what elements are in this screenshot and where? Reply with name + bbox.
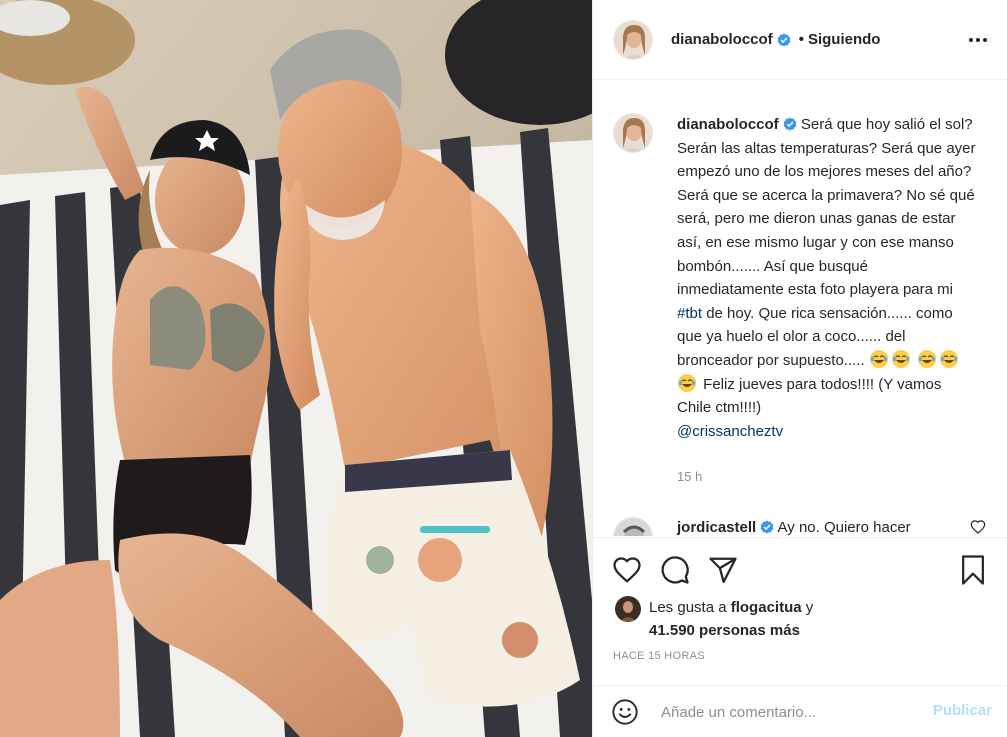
caption-author-avatar[interactable] (613, 113, 653, 153)
verified-badge-icon (783, 117, 797, 131)
author-username[interactable]: dianaboloccof (671, 31, 773, 48)
likes-text: Les gusta a flogacitua y 41.590 personas… (649, 596, 899, 642)
post-actions: Les gusta a flogacitua y 41.590 personas… (593, 537, 1007, 737)
caption-text-part-3: Feliz jueves para todos!!!! (Y vamos Chi… (677, 375, 942, 417)
comment-bubble-icon[interactable] (659, 554, 691, 586)
separator-dot: • (798, 31, 804, 48)
hashtag-link[interactable]: #tbt (677, 305, 702, 322)
mention-link[interactable]: @crissancheztv (677, 423, 783, 440)
caption-body: dianaboloccof Será que hoy salió el sol?… (677, 113, 977, 489)
liker-avatar[interactable] (615, 596, 641, 622)
comments-list[interactable]: dianaboloccof Será que hoy salió el sol?… (593, 81, 1007, 536)
post-header: dianaboloccof • Siguiendo (593, 0, 1007, 80)
caption-username[interactable]: dianaboloccof (677, 116, 779, 133)
caption-text-part-2: de hoy. Que rica sensación...... como qu… (677, 304, 953, 369)
likes-conjunction: y (801, 599, 814, 616)
publish-button[interactable]: Publicar (933, 702, 992, 719)
author-avatar[interactable] (613, 19, 653, 60)
paper-plane-icon[interactable] (707, 554, 739, 586)
tears-of-joy-emoji (917, 349, 936, 368)
bookmark-icon[interactable] (958, 554, 990, 586)
likes-prefix: Les gusta a (649, 599, 731, 616)
smiley-icon[interactable] (611, 698, 639, 726)
beach-couple-photo (0, 0, 592, 737)
tears-of-joy-emoji (869, 349, 888, 368)
verified-badge-icon (777, 32, 791, 47)
action-icons (611, 554, 739, 586)
post-side-panel: dianaboloccof • Siguiendo dianaboloccof … (592, 0, 1007, 737)
commenter-username[interactable]: jordicastell (677, 519, 756, 536)
likes-count[interactable]: 41.590 personas más (649, 622, 800, 639)
tears-of-joy-emoji (678, 373, 696, 392)
comment-input[interactable] (661, 703, 911, 721)
post-photo[interactable] (0, 0, 592, 737)
comment-body: jordicastell Ay no. Quiero hacer (677, 517, 977, 536)
heart-icon[interactable] (611, 554, 643, 586)
comment-composer: Publicar (593, 685, 1007, 737)
more-options-icon[interactable] (966, 28, 990, 52)
tears-of-joy-emoji (939, 349, 958, 368)
comment-item: jordicastell Ay no. Quiero hacer (613, 516, 988, 536)
verified-badge-icon (760, 520, 774, 534)
caption-text-part-1: Será que hoy salió el sol? Serán las alt… (677, 116, 976, 299)
liker-username[interactable]: flogacitua (731, 599, 802, 616)
post-date[interactable]: HACE 15 HORAS (613, 650, 705, 662)
comment-like-heart-icon[interactable] (970, 519, 986, 535)
commenter-avatar[interactable] (613, 516, 653, 536)
following-button[interactable]: Siguiendo (808, 31, 881, 48)
likes-summary: Les gusta a flogacitua y 41.590 personas… (615, 596, 899, 642)
post-caption: dianaboloccof Será que hoy salió el sol?… (613, 113, 988, 489)
caption-timestamp[interactable]: 15 h (677, 465, 977, 489)
tears-of-joy-emoji (891, 349, 910, 368)
comment-text: Ay no. Quiero hacer (777, 518, 911, 536)
